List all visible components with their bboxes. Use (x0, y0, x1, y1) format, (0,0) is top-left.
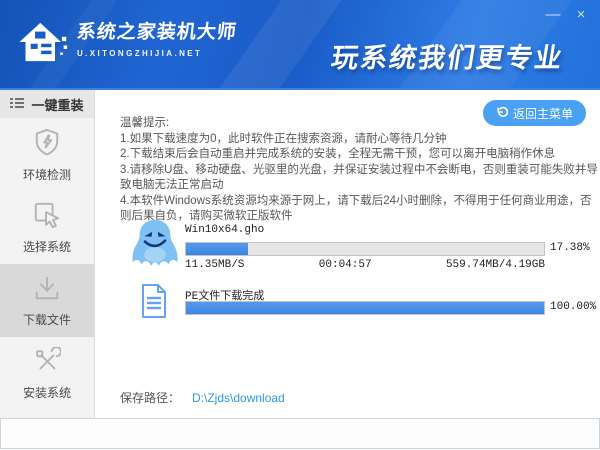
footer-bar (0, 418, 600, 449)
save-path-link[interactable]: D:\Zjds\download (192, 391, 285, 405)
tips-line: 4.本软件Windows系统资源均来源于网上，请下载后24小时删除，不得用于任何… (120, 194, 600, 225)
sidebar-item-download-files[interactable]: 下载文件 (0, 264, 94, 337)
close-button[interactable]: × (570, 4, 592, 24)
gho-progress-bar (185, 242, 545, 256)
gho-filename: Win10x64.gho (185, 224, 264, 236)
sidebar-item-one-key-reinstall[interactable]: 一键重装 (0, 90, 94, 118)
pe-progress-percent: 100.00% (550, 301, 596, 313)
sidebar-item-install-system[interactable]: 安装系统 (0, 337, 94, 410)
pe-progress-fill (186, 302, 544, 314)
pe-progress-bar (185, 301, 545, 315)
sidebar-item-label: 选择系统 (23, 238, 71, 255)
save-path-row: 保存路径： D:\Zjds\download (120, 389, 285, 406)
tips-line: 3.请移除U盘、移动硬盘、光驱里的光盘，并保证安装过程中不会断电，否则重装可能失… (120, 163, 600, 194)
title-bar: 系统之家装机大师 U.XITONGZHIJIA.NET 玩系统我们更专业 — × (0, 0, 600, 90)
download-icon (32, 274, 62, 305)
app-title: 系统之家装机大师 (76, 17, 239, 44)
download-speed: 11.35MB/S (185, 259, 244, 271)
save-path-label: 保存路径： (120, 389, 180, 406)
menu-icon (10, 97, 24, 112)
sidebar-item-label: 安装系统 (23, 384, 71, 401)
pe-document-icon (140, 283, 168, 324)
window-controls: — × (542, 4, 592, 24)
tips-line: 1.如果下载速度为0，此时软件正在搜索资源，请耐心等待几分钟 (120, 132, 600, 148)
sidebar-item-label: 下载文件 (23, 311, 71, 328)
ghost-file-icon (128, 216, 182, 275)
sidebar: 一键重装 环境检测 选择系统 下载文件 (0, 90, 95, 418)
gho-download-stats: 11.35MB/S 00:04:57 559.74MB/4.19GB (185, 259, 545, 271)
sidebar-item-label: 环境检测 (23, 166, 71, 183)
tips-line: 2.下载结束后会自动重启并完成系统的安装，全程无需干预，您可以离开电脑稍作休息 (120, 147, 600, 163)
app-site-url: U.XITONGZHIJIA.NET (77, 49, 237, 58)
sidebar-item-env-check[interactable]: 环境检测 (0, 118, 94, 191)
app-logo: 系统之家装机大师 U.XITONGZHIJIA.NET (16, 17, 237, 72)
download-time: 00:04:57 (319, 259, 372, 271)
house-logo-icon (16, 17, 68, 72)
main-panel: 返回主菜单 温馨提示: 1.如果下载速度为0，此时软件正在搜索资源，请耐心等待几… (95, 90, 600, 418)
sidebar-item-select-system[interactable]: 选择系统 (0, 191, 94, 264)
gho-progress-percent: 17.38% (550, 242, 590, 254)
tools-icon (33, 347, 61, 378)
gho-progress-fill (186, 243, 248, 255)
header-slogan: 玩系统我们更专业 (329, 36, 567, 75)
tips-block: 温馨提示: 1.如果下载速度为0，此时软件正在搜索资源，请耐心等待几分钟 2.下… (120, 116, 600, 225)
minimize-button[interactable]: — (542, 4, 564, 24)
sidebar-item-label: 一键重装 (31, 95, 83, 114)
cursor-icon (33, 201, 61, 232)
tips-title: 温馨提示: (120, 116, 600, 132)
download-size: 559.74MB/4.19GB (446, 259, 545, 271)
shield-icon (33, 127, 61, 160)
